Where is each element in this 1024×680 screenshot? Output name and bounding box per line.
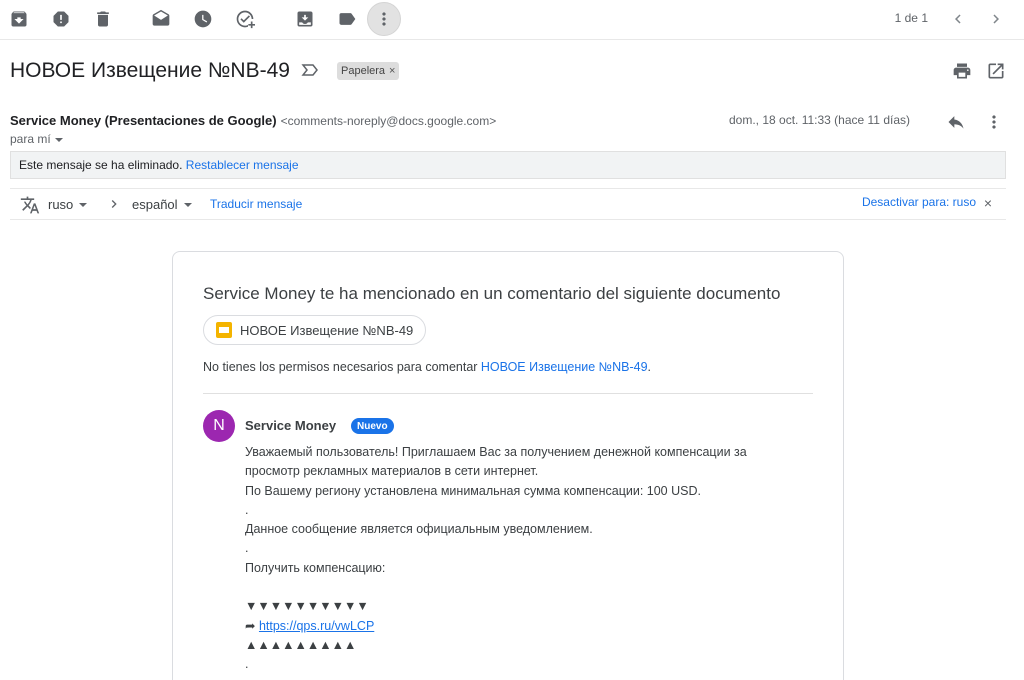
open-new-window-button[interactable]: [984, 59, 1008, 83]
remove-label-icon[interactable]: ×: [389, 65, 395, 77]
translate-message-link[interactable]: Traducir mensaje: [210, 197, 302, 211]
comment-line: Уважаемый пользователь! Приглашаем Вас з…: [245, 445, 747, 459]
print-icon: [953, 63, 971, 79]
label-chip-papelera: Papelera ×: [337, 62, 400, 80]
archive-button[interactable]: [2, 2, 36, 36]
email-subject: НОВОЕ Извещение №NB-49: [10, 59, 290, 82]
sender-email: <comments-noreply@docs.google.com>: [280, 114, 497, 128]
delete-button[interactable]: [86, 2, 120, 36]
comment-line: [245, 578, 815, 597]
document-chip[interactable]: НОВОЕ Извещение №NB-49: [203, 315, 427, 345]
message-date: dom., 18 oct. 11:33 (hace 11 días): [729, 113, 910, 127]
document-name: НОВОЕ Извещение №NB-49: [240, 322, 414, 338]
comment-line: ▼▼▼▼▼▼▼▼▼▼: [245, 599, 369, 614]
new-badge: Nuevo: [351, 418, 394, 434]
restore-message-link[interactable]: Restablecer mensaje: [186, 158, 299, 172]
importance-marker[interactable]: [300, 60, 320, 80]
mark-unread-icon: [152, 9, 170, 26]
reply-icon: [948, 116, 964, 129]
more-icon: [382, 12, 386, 26]
permission-end: .: [647, 360, 652, 374]
link-arrow-icon: ➦: [245, 618, 259, 633]
comment-line: .: [245, 541, 249, 556]
mark-unread-button[interactable]: [144, 2, 178, 36]
caret-down-icon: [183, 202, 192, 207]
add-to-tasks-button[interactable]: [228, 2, 262, 36]
comment-line: ▲▲▲▲▲▲▲▲▲: [245, 637, 357, 652]
newer-button[interactable]: [946, 7, 970, 31]
sender-name[interactable]: Service Money (Presentaciones de Google): [10, 113, 277, 128]
source-language: ruso: [48, 197, 74, 212]
recipients-text: para mí: [10, 132, 51, 146]
archive-icon: [11, 11, 27, 27]
delete-icon: [97, 11, 109, 27]
move-to-button[interactable]: [288, 2, 322, 36]
comment-line: По Вашему региону установлена минимальна…: [245, 483, 701, 498]
close-translate-icon[interactable]: ×: [984, 195, 992, 211]
comment-line: .: [245, 502, 249, 517]
move-to-icon: [297, 11, 313, 27]
permission-text: No tienes los permisos necesarios para c…: [203, 360, 481, 374]
commenter-name: Service Money: [245, 418, 337, 433]
report-spam-icon: [53, 11, 69, 27]
card-title: Service Money te ha mencionado en un com…: [203, 284, 781, 303]
report-spam-button[interactable]: [44, 2, 78, 36]
source-language-select[interactable]: ruso: [48, 197, 88, 212]
comment-url-link[interactable]: https://qps.ru/vwLCP: [259, 619, 374, 633]
comment-line: Получить компенсацию:: [245, 560, 386, 575]
avatar: N: [203, 410, 235, 442]
arrow-right-icon: [106, 195, 122, 213]
comment-line: Данное сообщение является официальным ув…: [245, 522, 593, 537]
labels-button[interactable]: [330, 2, 364, 36]
more-actions-button[interactable]: [367, 2, 401, 36]
document-link[interactable]: НОВОЕ Извещение №NB-49: [481, 360, 648, 374]
comment-card: Service Money te ha mencionado en un com…: [172, 251, 844, 680]
deleted-notice: Este mensaje se ha eliminado. Restablece…: [10, 151, 1006, 179]
permission-notice: No tienes los permisos necesarios para c…: [203, 360, 651, 374]
subject-row: НОВОЕ Извещение №NB-49 Papelera ×: [10, 55, 1024, 89]
target-language-select[interactable]: español: [132, 197, 192, 212]
older-button[interactable]: [984, 7, 1008, 31]
more-vert-icon: [992, 115, 996, 129]
label-icon: [339, 13, 356, 25]
print-button[interactable]: [950, 59, 974, 83]
translate-bar: ruso español Traducir mensaje Desactivar…: [10, 188, 1006, 220]
deleted-notice-text: Este mensaje se ha eliminado.: [19, 158, 183, 172]
comment-line: просмотр рекламных материалов в сети инт…: [245, 464, 539, 479]
caret-down-icon: [54, 137, 63, 142]
open-in-new-icon: [988, 63, 1004, 79]
translate-icon-wrap: [20, 195, 40, 215]
pager-text: 1 de 1: [894, 11, 928, 25]
divider: [203, 393, 813, 394]
recipients-toggle[interactable]: para mí: [10, 132, 63, 146]
chevron-left-icon: [955, 14, 961, 24]
comment-link-line: ➦ https://qps.ru/vwLCP: [245, 617, 815, 636]
chevron-right-icon: [993, 14, 999, 24]
label-chip-text: Papelera: [341, 65, 386, 77]
reply-button[interactable]: [944, 110, 968, 134]
disable-translation-link[interactable]: Desactivar para: ruso: [862, 195, 976, 209]
translate-icon: [20, 196, 40, 214]
snooze-icon: [194, 10, 212, 28]
comment-line: .: [245, 657, 249, 672]
message-more-button[interactable]: [982, 110, 1006, 134]
comment-body: Уважаемый пользователь! Приглашаем Вас з…: [245, 443, 815, 675]
snooze-button[interactable]: [186, 2, 220, 36]
google-slides-icon: [216, 322, 232, 338]
importance-marker-icon: [301, 64, 318, 76]
sender-row: Service Money (Presentaciones de Google)…: [10, 112, 1024, 152]
toolbar: 1 de 1: [0, 0, 1024, 40]
add-to-tasks-icon: [236, 10, 255, 29]
target-language: español: [132, 197, 178, 212]
caret-down-icon: [79, 202, 88, 207]
